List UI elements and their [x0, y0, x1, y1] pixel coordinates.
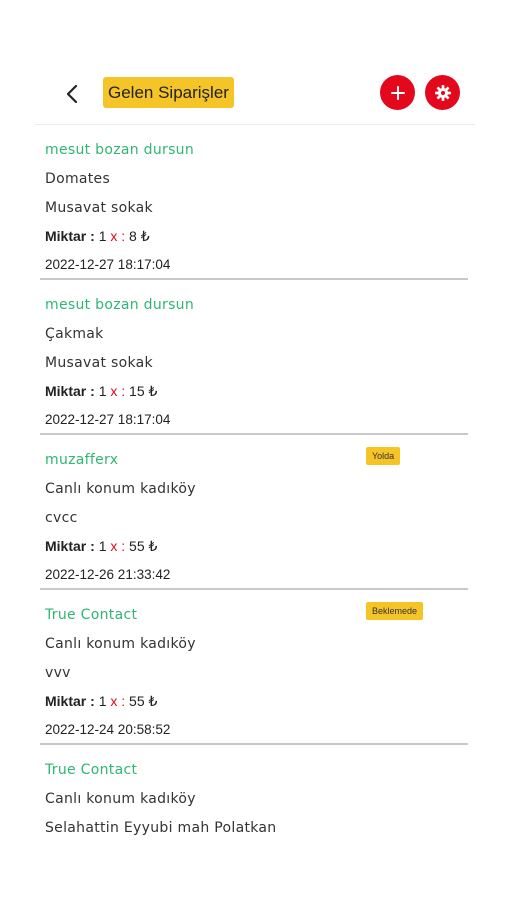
times-colon: : [121, 228, 126, 244]
status-badge: Yolda [366, 447, 401, 465]
quantity-value: 1 [98, 383, 107, 399]
app-header: Gelen Siparişler [0, 70, 507, 120]
product-name: Canlı konum kadıköy [45, 481, 196, 497]
delivery-address: cvcc [45, 510, 78, 526]
price-value: 55 [129, 538, 145, 554]
orders-list: mesut bozan dursun Domates Musavat sokak… [0, 125, 507, 841]
order-date: 2022-12-27 18:17:04 [45, 257, 171, 272]
product-name: Canlı konum kadıköy [45, 636, 196, 652]
product-name: Çakmak [45, 326, 104, 342]
times-colon: : [121, 383, 126, 399]
price-value: 55 [129, 693, 145, 709]
quantity-label: Miktar : [45, 693, 95, 709]
times-symbol: x [110, 228, 118, 244]
customer-name: muzafferx [45, 452, 119, 468]
product-name: Canlı konum kadıköy [45, 791, 196, 807]
quantity-label: Miktar : [45, 228, 95, 244]
customer-name: mesut bozan dursun [45, 142, 195, 158]
times-symbol: x [110, 383, 118, 399]
chevron-left-icon [66, 84, 78, 104]
quantity-label: Miktar : [45, 383, 95, 399]
currency-symbol: ₺ [148, 693, 158, 709]
customer-name: mesut bozan dursun [45, 297, 195, 313]
order-item[interactable]: muzafferx Yolda Canlı konum kadıköy cvcc… [0, 435, 507, 590]
quantity-line: Miktar : 1 x : 15 ₺ [45, 383, 157, 400]
quantity-value: 1 [98, 228, 107, 244]
order-item[interactable]: True Contact Canlı konum kadıköy Selahat… [0, 745, 507, 841]
quantity-line: Miktar : 1 x : 55 ₺ [45, 693, 157, 710]
order-date: 2022-12-27 18:17:04 [45, 412, 171, 427]
status-badge: Beklemede [366, 602, 424, 620]
order-item[interactable]: mesut bozan dursun Domates Musavat sokak… [0, 125, 507, 280]
price-value: 15 [129, 383, 145, 399]
delivery-address: vvv [45, 665, 71, 681]
delivery-address: Musavat sokak [45, 200, 153, 216]
price-value: 8 [129, 228, 137, 244]
quantity-line: Miktar : 1 x : 55 ₺ [45, 538, 157, 555]
times-colon: : [121, 538, 126, 554]
product-name: Domates [45, 171, 111, 187]
quantity-value: 1 [98, 693, 107, 709]
quantity-line: Miktar : 1 x : 8 ₺ [45, 228, 150, 245]
back-button[interactable] [58, 78, 86, 110]
order-date: 2022-12-26 21:33:42 [45, 567, 171, 582]
order-item[interactable]: True Contact Beklemede Canlı konum kadık… [0, 590, 507, 745]
page-title: Gelen Siparişler [103, 77, 234, 108]
quantity-value: 1 [98, 538, 107, 554]
delivery-address: Selahattin Eyyubi mah Polatkan [45, 820, 277, 836]
currency-symbol: ₺ [140, 228, 150, 244]
customer-name: True Contact [45, 607, 138, 623]
times-symbol: x [110, 693, 118, 709]
currency-symbol: ₺ [148, 538, 158, 554]
order-date: 2022-12-24 20:58:52 [45, 722, 171, 737]
order-item[interactable]: mesut bozan dursun Çakmak Musavat sokak … [0, 280, 507, 435]
customer-name: True Contact [45, 762, 138, 778]
plus-icon [390, 85, 405, 100]
times-symbol: x [110, 538, 118, 554]
add-order-button[interactable] [380, 75, 415, 110]
settings-button[interactable] [425, 75, 460, 110]
quantity-label: Miktar : [45, 538, 95, 554]
gear-icon [434, 84, 451, 101]
currency-symbol: ₺ [148, 383, 158, 399]
delivery-address: Musavat sokak [45, 355, 153, 371]
times-colon: : [121, 693, 126, 709]
